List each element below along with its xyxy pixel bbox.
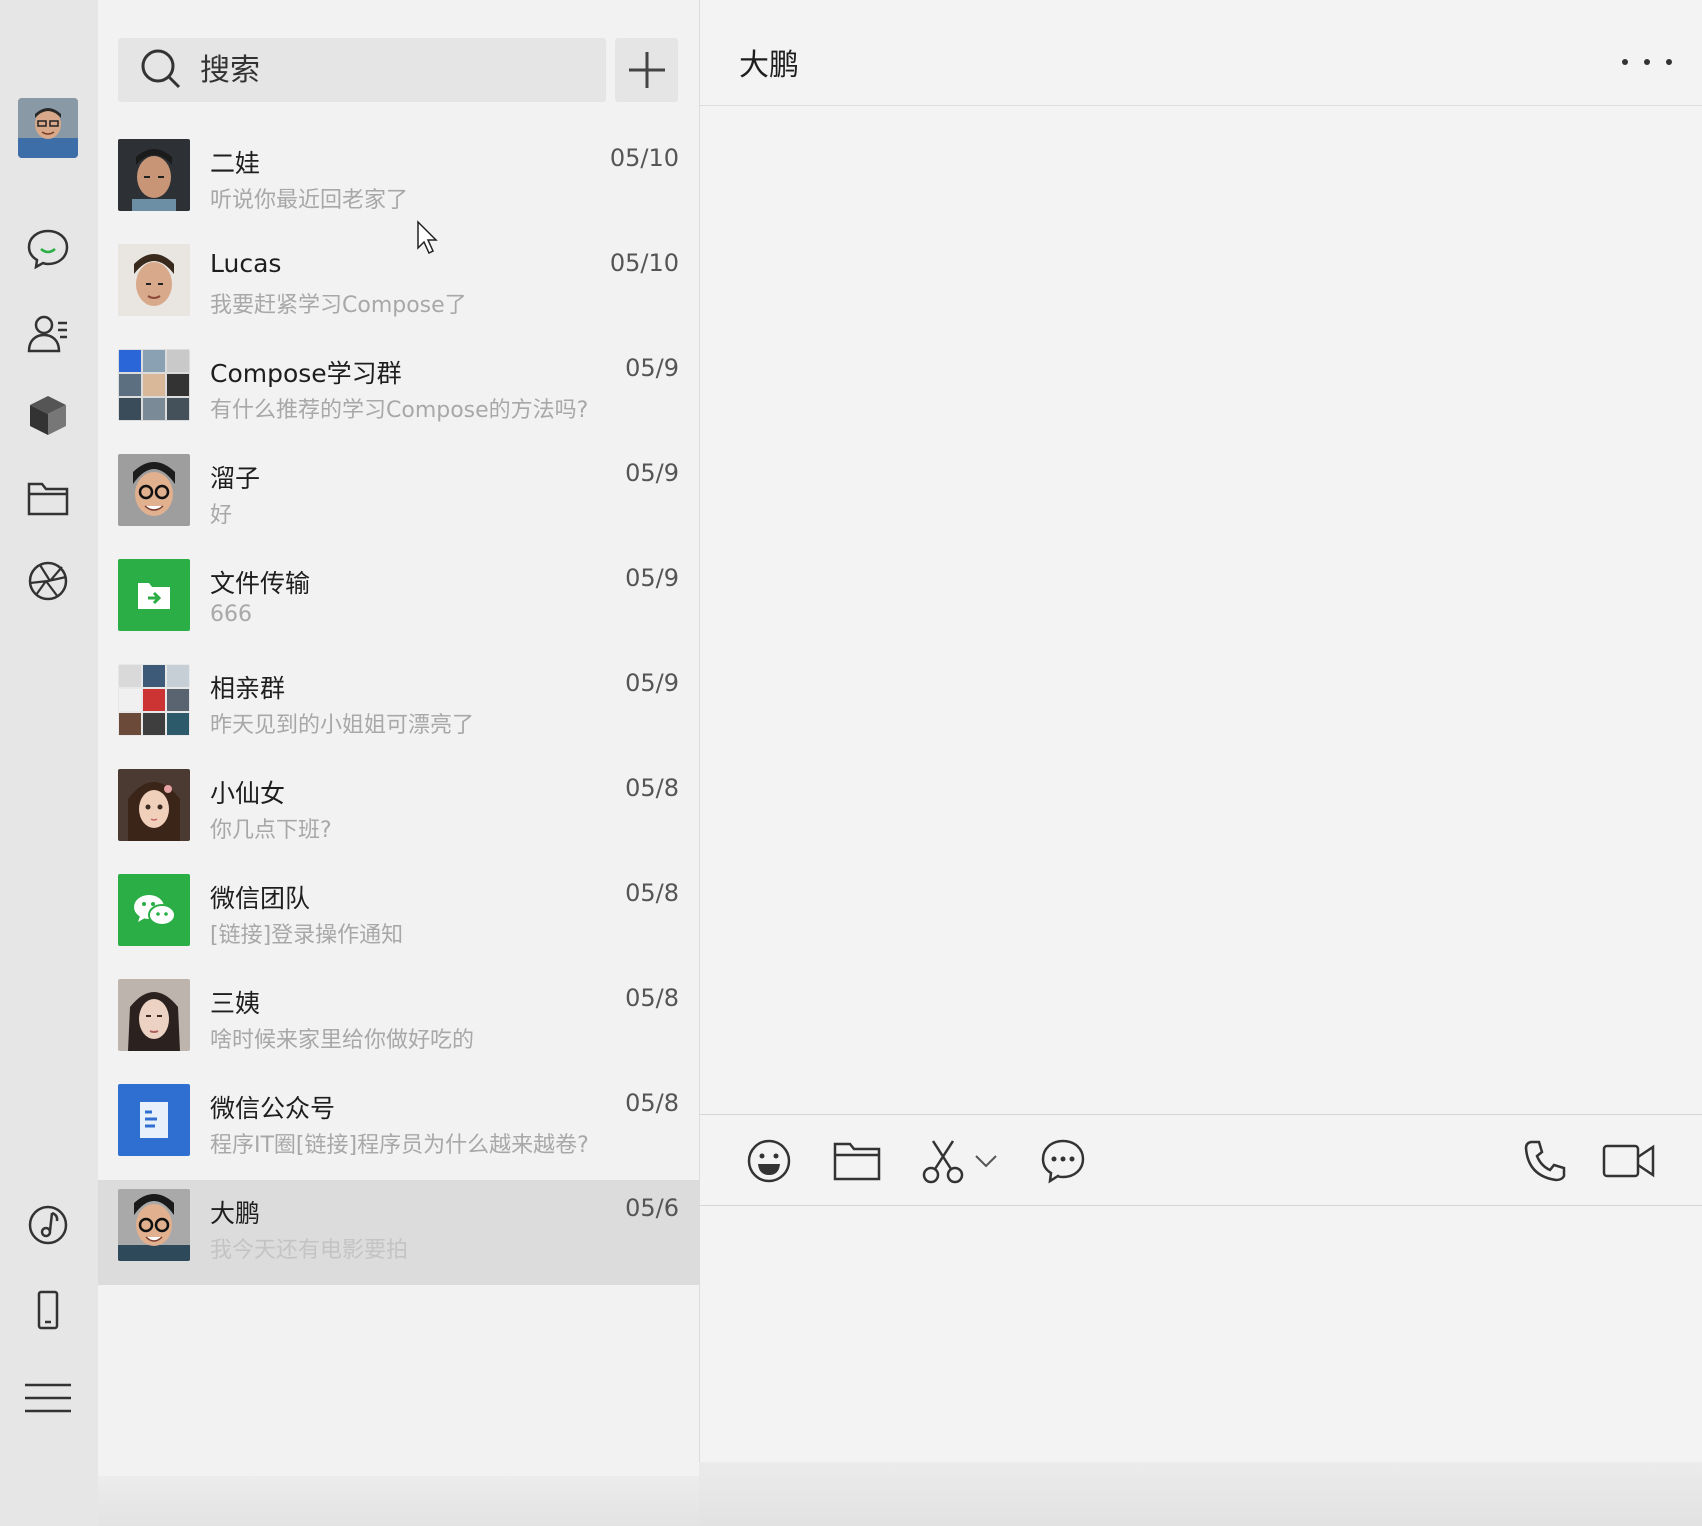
chat-name: 溜子 bbox=[210, 464, 261, 493]
chat-item-dapeng[interactable]: 大鹏 我今天还有电影要拍 05/6 bbox=[98, 1180, 699, 1285]
nav-rail bbox=[0, 0, 98, 1526]
chat-item-liuzi[interactable]: 溜子 好 05/9 bbox=[98, 445, 699, 550]
dot bbox=[1644, 59, 1650, 65]
chat-item-sanyi[interactable]: 三姨 啥时候来家里给你做好吃的 05/8 bbox=[98, 970, 699, 1075]
wechat-logo-icon bbox=[118, 874, 190, 946]
contacts-icon[interactable] bbox=[24, 309, 72, 357]
chat-preview: 昨天见到的小姐姐可漂亮了 bbox=[210, 713, 475, 738]
chat-date: 05/10 bbox=[609, 144, 679, 172]
chat-bubble-icon[interactable] bbox=[24, 225, 72, 273]
chat-preview: 666 bbox=[210, 602, 252, 627]
chat-name: 小仙女 bbox=[210, 779, 286, 808]
conversation-title: 大鹏 bbox=[739, 48, 799, 83]
chat-preview: 好 bbox=[210, 503, 233, 528]
official-account-icon bbox=[118, 1084, 190, 1156]
wechat-window: 二娃 听说你最近回老家了 05/10 Lucas 我要赶紧学习Compose了 … bbox=[0, 0, 1702, 1526]
message-input-area[interactable] bbox=[699, 1207, 1702, 1462]
chat-name: Compose学习群 bbox=[210, 359, 402, 388]
avatar bbox=[118, 769, 190, 841]
menu-icon[interactable] bbox=[24, 1374, 72, 1422]
chat-date: 05/9 bbox=[625, 354, 679, 382]
list-footer bbox=[98, 1476, 699, 1526]
conversation-header: 大鹏 bbox=[699, 0, 1702, 106]
chat-name: 微信公众号 bbox=[210, 1094, 336, 1123]
chat-history-icon[interactable] bbox=[1035, 1135, 1091, 1187]
avatar bbox=[118, 244, 190, 316]
chat-date: 05/9 bbox=[625, 669, 679, 697]
aperture-icon[interactable] bbox=[24, 557, 72, 605]
folder-icon[interactable] bbox=[24, 474, 72, 522]
dot bbox=[1622, 59, 1628, 65]
chat-preview: 听说你最近回老家了 bbox=[210, 188, 409, 213]
video-call-icon[interactable] bbox=[1599, 1135, 1659, 1187]
chat-date: 05/10 bbox=[609, 249, 679, 277]
input-toolbar bbox=[699, 1114, 1702, 1206]
search-icon bbox=[141, 49, 181, 89]
chat-item-file-transfer[interactable]: 文件传输 666 05/9 bbox=[98, 550, 699, 655]
chat-item-wechat-team[interactable]: 微信团队 [链接]登录操作通知 05/8 bbox=[98, 865, 699, 970]
chat-name: 二娃 bbox=[210, 149, 261, 178]
chat-date: 05/8 bbox=[625, 879, 679, 907]
chat-date: 05/6 bbox=[625, 1194, 679, 1222]
group-avatar bbox=[118, 349, 190, 421]
mouse-cursor-icon bbox=[417, 220, 438, 255]
chat-item-compose-group[interactable]: Compose学习群 有什么推荐的学习Compose的方法吗? 05/9 bbox=[98, 340, 699, 445]
chat-name: Lucas bbox=[210, 249, 282, 278]
chat-item-erwa[interactable]: 二娃 听说你最近回老家了 05/10 bbox=[98, 130, 699, 235]
my-avatar[interactable] bbox=[18, 98, 78, 158]
chat-preview: 程序IT圈[链接]程序员为什么越来越卷? bbox=[210, 1133, 589, 1158]
chat-date: 05/8 bbox=[625, 1089, 679, 1117]
plus-icon bbox=[628, 52, 665, 88]
chat-item-xiaoxiannv[interactable]: 小仙女 你几点下班? 05/8 bbox=[98, 760, 699, 865]
chat-name: 文件传输 bbox=[210, 569, 311, 598]
chat-preview: [链接]登录操作通知 bbox=[210, 923, 404, 948]
more-options-button[interactable] bbox=[1622, 50, 1672, 74]
chat-date: 05/9 bbox=[625, 564, 679, 592]
avatar bbox=[118, 979, 190, 1051]
chat-preview: 我要赶紧学习Compose了 bbox=[210, 293, 467, 318]
cube-icon[interactable] bbox=[24, 391, 72, 439]
avatar bbox=[118, 454, 190, 526]
chat-item-official-accounts[interactable]: 微信公众号 程序IT圈[链接]程序员为什么越来越卷? 05/8 bbox=[98, 1075, 699, 1180]
phone-device-icon[interactable] bbox=[24, 1286, 72, 1334]
add-button[interactable] bbox=[615, 38, 678, 102]
screenshot-options-chevron-down-icon[interactable] bbox=[971, 1135, 1001, 1187]
voice-call-phone-icon[interactable] bbox=[1517, 1135, 1573, 1187]
message-area[interactable] bbox=[699, 107, 1702, 1114]
chat-name: 微信团队 bbox=[210, 884, 311, 913]
chat-item-xiangqin-group[interactable]: 相亲群 昨天见到的小姐姐可漂亮了 05/9 bbox=[98, 655, 699, 760]
chat-preview: 我今天还有电影要拍 bbox=[210, 1238, 409, 1263]
search-input[interactable] bbox=[200, 52, 580, 88]
avatar bbox=[118, 139, 190, 211]
chat-list-panel: 二娃 听说你最近回老家了 05/10 Lucas 我要赶紧学习Compose了 … bbox=[98, 0, 699, 1526]
chat-date: 05/9 bbox=[625, 459, 679, 487]
scissors-icon[interactable] bbox=[917, 1135, 969, 1187]
group-avatar bbox=[118, 664, 190, 736]
chat-date: 05/8 bbox=[625, 774, 679, 802]
chat-item-lucas[interactable]: Lucas 我要赶紧学习Compose了 05/10 bbox=[98, 235, 699, 340]
conversation-footer bbox=[699, 1462, 1702, 1526]
chat-preview: 啥时候来家里给你做好吃的 bbox=[210, 1028, 475, 1053]
search-box[interactable] bbox=[118, 38, 606, 102]
conversation-panel: 大鹏 bbox=[699, 0, 1702, 1526]
chat-name: 大鹏 bbox=[210, 1199, 261, 1228]
chat-preview: 有什么推荐的学习Compose的方法吗? bbox=[210, 398, 589, 423]
chat-name: 三姨 bbox=[210, 989, 261, 1018]
dot bbox=[1666, 59, 1672, 65]
music-disc-icon[interactable] bbox=[24, 1201, 72, 1249]
avatar bbox=[118, 1189, 190, 1261]
chat-name: 相亲群 bbox=[210, 674, 286, 703]
emoji-icon[interactable] bbox=[741, 1135, 797, 1187]
file-transfer-icon bbox=[118, 559, 190, 631]
send-file-icon[interactable] bbox=[829, 1135, 885, 1187]
chat-preview: 你几点下班? bbox=[210, 818, 332, 843]
chat-date: 05/8 bbox=[625, 984, 679, 1012]
